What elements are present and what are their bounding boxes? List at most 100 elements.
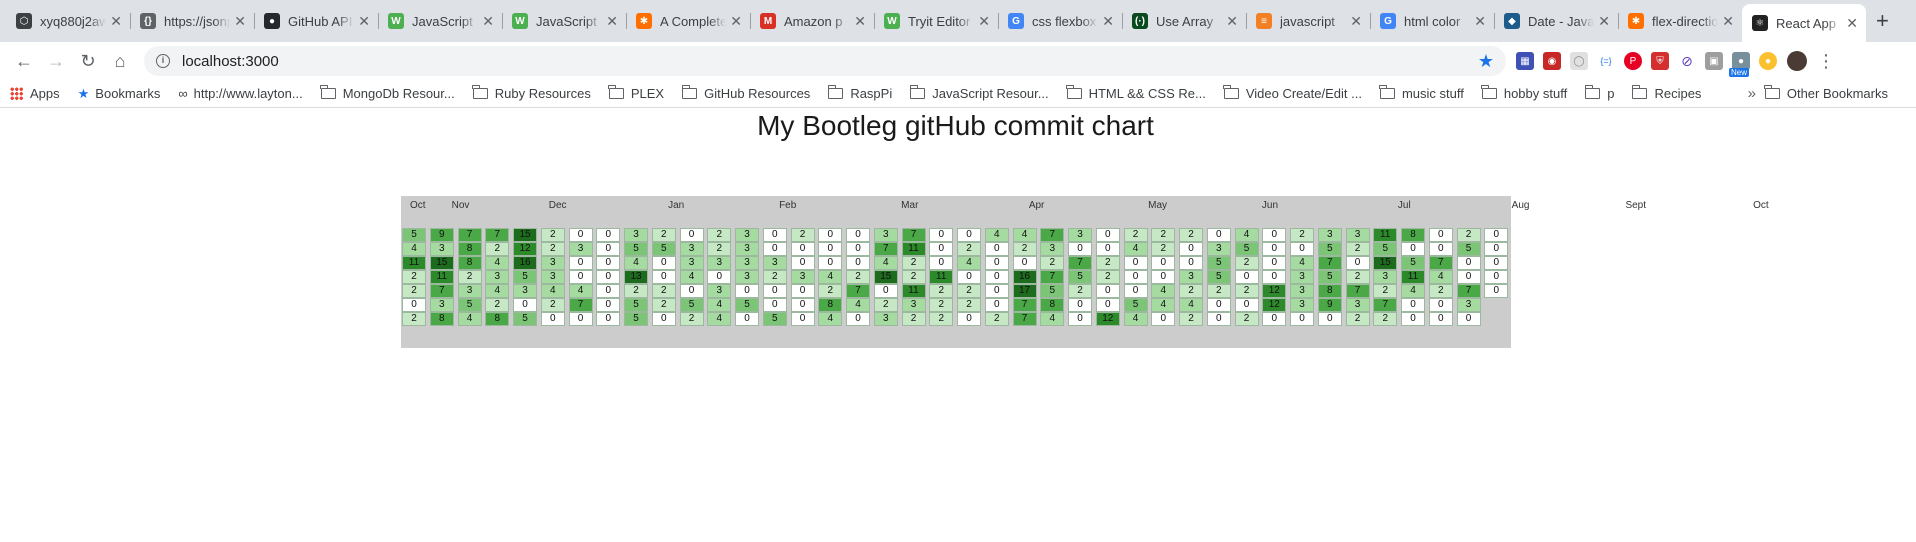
bookmark-item[interactable]: ★ Bookmarks [78, 86, 161, 102]
close-icon[interactable]: ✕ [1846, 15, 1858, 32]
browser-tab[interactable]: ≡ javascript ✕ [1246, 4, 1370, 38]
json-extension-icon[interactable]: {=} [1597, 52, 1615, 70]
bookmark-label: RaspPi [850, 86, 893, 101]
bookmark-item[interactable]: Apps [10, 86, 60, 101]
commit-cell: 2 [1179, 284, 1203, 298]
commit-cell: 5 [1401, 256, 1425, 270]
commit-cell: 0 [984, 298, 1009, 312]
bookmark-item[interactable]: HTML && CSS Re... [1066, 85, 1206, 101]
close-icon[interactable]: ✕ [854, 13, 866, 30]
commit-cell: 3 [873, 312, 898, 326]
browser-tab[interactable]: ● GitHub API ✕ [254, 4, 378, 38]
commit-cell: 0 [1206, 298, 1231, 312]
reload-icon[interactable]: ↻ [72, 45, 104, 77]
bookmark-item[interactable]: p [1584, 85, 1614, 101]
image-extension-icon[interactable]: ▣ [1705, 52, 1723, 70]
info-icon[interactable]: i [156, 54, 170, 68]
commit-cell: 3 [735, 270, 759, 284]
bookmark-item[interactable]: ∞ http://www.layton... [178, 86, 302, 101]
browser-tab[interactable]: ◆ Date - JavaScript✕ [1494, 4, 1618, 38]
commit-cell: 0 [1484, 284, 1509, 298]
browser-tab[interactable]: W Tryit Editor ✕ [874, 4, 998, 38]
commit-cell: 7 [1317, 256, 1342, 270]
commit-cell: 2 [1151, 242, 1176, 256]
browser-tab[interactable]: ⬡ xyq880j2aw ✕ [6, 4, 130, 38]
browser-tab[interactable]: W JavaScript ✕ [502, 4, 626, 38]
month-label: Oct [410, 200, 426, 211]
red-extension-icon[interactable]: ◉ [1543, 52, 1561, 70]
bookmark-item[interactable]: Ruby Resources [472, 85, 591, 101]
browser-tab[interactable]: Ghtml color ✕ [1370, 4, 1494, 38]
forward-icon[interactable]: → [40, 45, 72, 77]
commit-cell: 4 [818, 312, 843, 326]
address-bar[interactable]: i localhost:3000 ★ [144, 46, 1506, 76]
new-extension-icon[interactable]: ● New [1729, 52, 1750, 77]
close-icon[interactable]: ✕ [1226, 13, 1238, 30]
bookmark-item[interactable]: JavaScript Resour... [909, 85, 1049, 101]
shield-icon[interactable]: ⛨ [1651, 52, 1669, 70]
browser-toolbar: ← → ↻ ⌂ i localhost:3000 ★ ▦ ◉ ◯ {=} P ⛨… [0, 42, 1916, 80]
close-icon[interactable]: ✕ [1722, 13, 1734, 30]
close-icon[interactable]: ✕ [978, 13, 990, 30]
close-icon[interactable]: ✕ [606, 13, 618, 30]
bookmark-item[interactable]: Recipes [1631, 85, 1701, 101]
home-icon[interactable]: ⌂ [104, 45, 136, 77]
new-tab-button[interactable]: + [1876, 8, 1889, 34]
browser-tab[interactable]: (·) Use Array ✕ [1122, 4, 1246, 38]
bookmark-label: Apps [30, 86, 60, 101]
browser-tab[interactable]: Gcss flexbox ✕ [998, 4, 1122, 38]
color-extension-icon[interactable]: ● [1759, 52, 1777, 70]
commit-cell: 0 [1428, 242, 1453, 256]
bookmark-item[interactable]: PLEX [608, 85, 664, 101]
browser-tab[interactable]: ✱ A Complete ✕ [626, 4, 750, 38]
browser-tab[interactable]: W JavaScript ✕ [378, 4, 502, 38]
tab-title: Tryit Editor [908, 13, 971, 29]
commit-cell: 0 [984, 270, 1009, 284]
commit-cell: 0 [651, 270, 676, 284]
commit-cell: 13 [624, 270, 648, 284]
browser-tab[interactable]: M Amazon p ✕ [750, 4, 874, 38]
bookmark-item[interactable]: RaspPi [827, 85, 893, 101]
commit-cell: 7 [568, 298, 593, 312]
page-title: My Bootleg gitHub commit chart [757, 110, 1154, 141]
bookmark-item[interactable]: hobby stuff [1481, 85, 1567, 101]
commit-cell: 0 [818, 228, 843, 242]
close-icon[interactable]: ✕ [1102, 13, 1114, 30]
menu-dots-icon[interactable]: ⋮ [1817, 51, 1835, 72]
bookmark-item[interactable]: MongoDb Resour... [320, 85, 455, 101]
bookmarks-overflow-icon[interactable]: » [1748, 85, 1756, 102]
pinterest-icon[interactable]: P [1624, 52, 1642, 70]
close-icon[interactable]: ✕ [1598, 13, 1610, 30]
other-bookmarks[interactable]: Other Bookmarks [1764, 85, 1888, 101]
bookmark-item[interactable]: Video Create/Edit ... [1223, 85, 1362, 101]
close-icon[interactable]: ✕ [1474, 13, 1486, 30]
close-icon[interactable]: ✕ [234, 13, 246, 30]
puzzle-extension-icon[interactable]: ▦ [1516, 52, 1534, 70]
commit-cell: 4 [846, 298, 870, 312]
folder-icon [1481, 85, 1497, 99]
browser-tab[interactable]: {} https://jsonplaceholder✕ [130, 4, 254, 38]
browser-tab[interactable]: ✱ flex-direction✕ [1618, 4, 1742, 38]
close-icon[interactable]: ✕ [482, 13, 494, 30]
browser-tab[interactable]: ⚛ React App ✕ [1742, 4, 1866, 42]
gray-extension-icon[interactable]: ◯ [1570, 52, 1588, 70]
bookmark-star-icon[interactable]: ★ [1478, 51, 1494, 72]
block-icon[interactable]: ⊘ [1678, 52, 1696, 70]
month-label: May [1148, 200, 1168, 211]
commit-cell: 3 [1290, 284, 1314, 298]
back-icon[interactable]: ← [8, 45, 40, 77]
close-icon[interactable]: ✕ [1350, 13, 1362, 30]
bookmark-item[interactable]: GitHub Resources [681, 85, 810, 101]
commit-cell: 5 [513, 270, 537, 284]
commit-cell: 2 [1151, 228, 1176, 242]
commit-cell: 0 [1068, 298, 1092, 312]
close-icon[interactable]: ✕ [730, 13, 742, 30]
commit-cell: 0 [402, 298, 426, 312]
commit-cell: 3 [1179, 270, 1203, 284]
close-icon[interactable]: ✕ [358, 13, 370, 30]
bookmark-item[interactable]: music stuff [1379, 85, 1464, 101]
avatar[interactable] [1787, 51, 1807, 71]
commit-cell: 2 [651, 228, 676, 242]
url-text[interactable]: localhost:3000 [182, 53, 1478, 70]
close-icon[interactable]: ✕ [110, 13, 122, 30]
